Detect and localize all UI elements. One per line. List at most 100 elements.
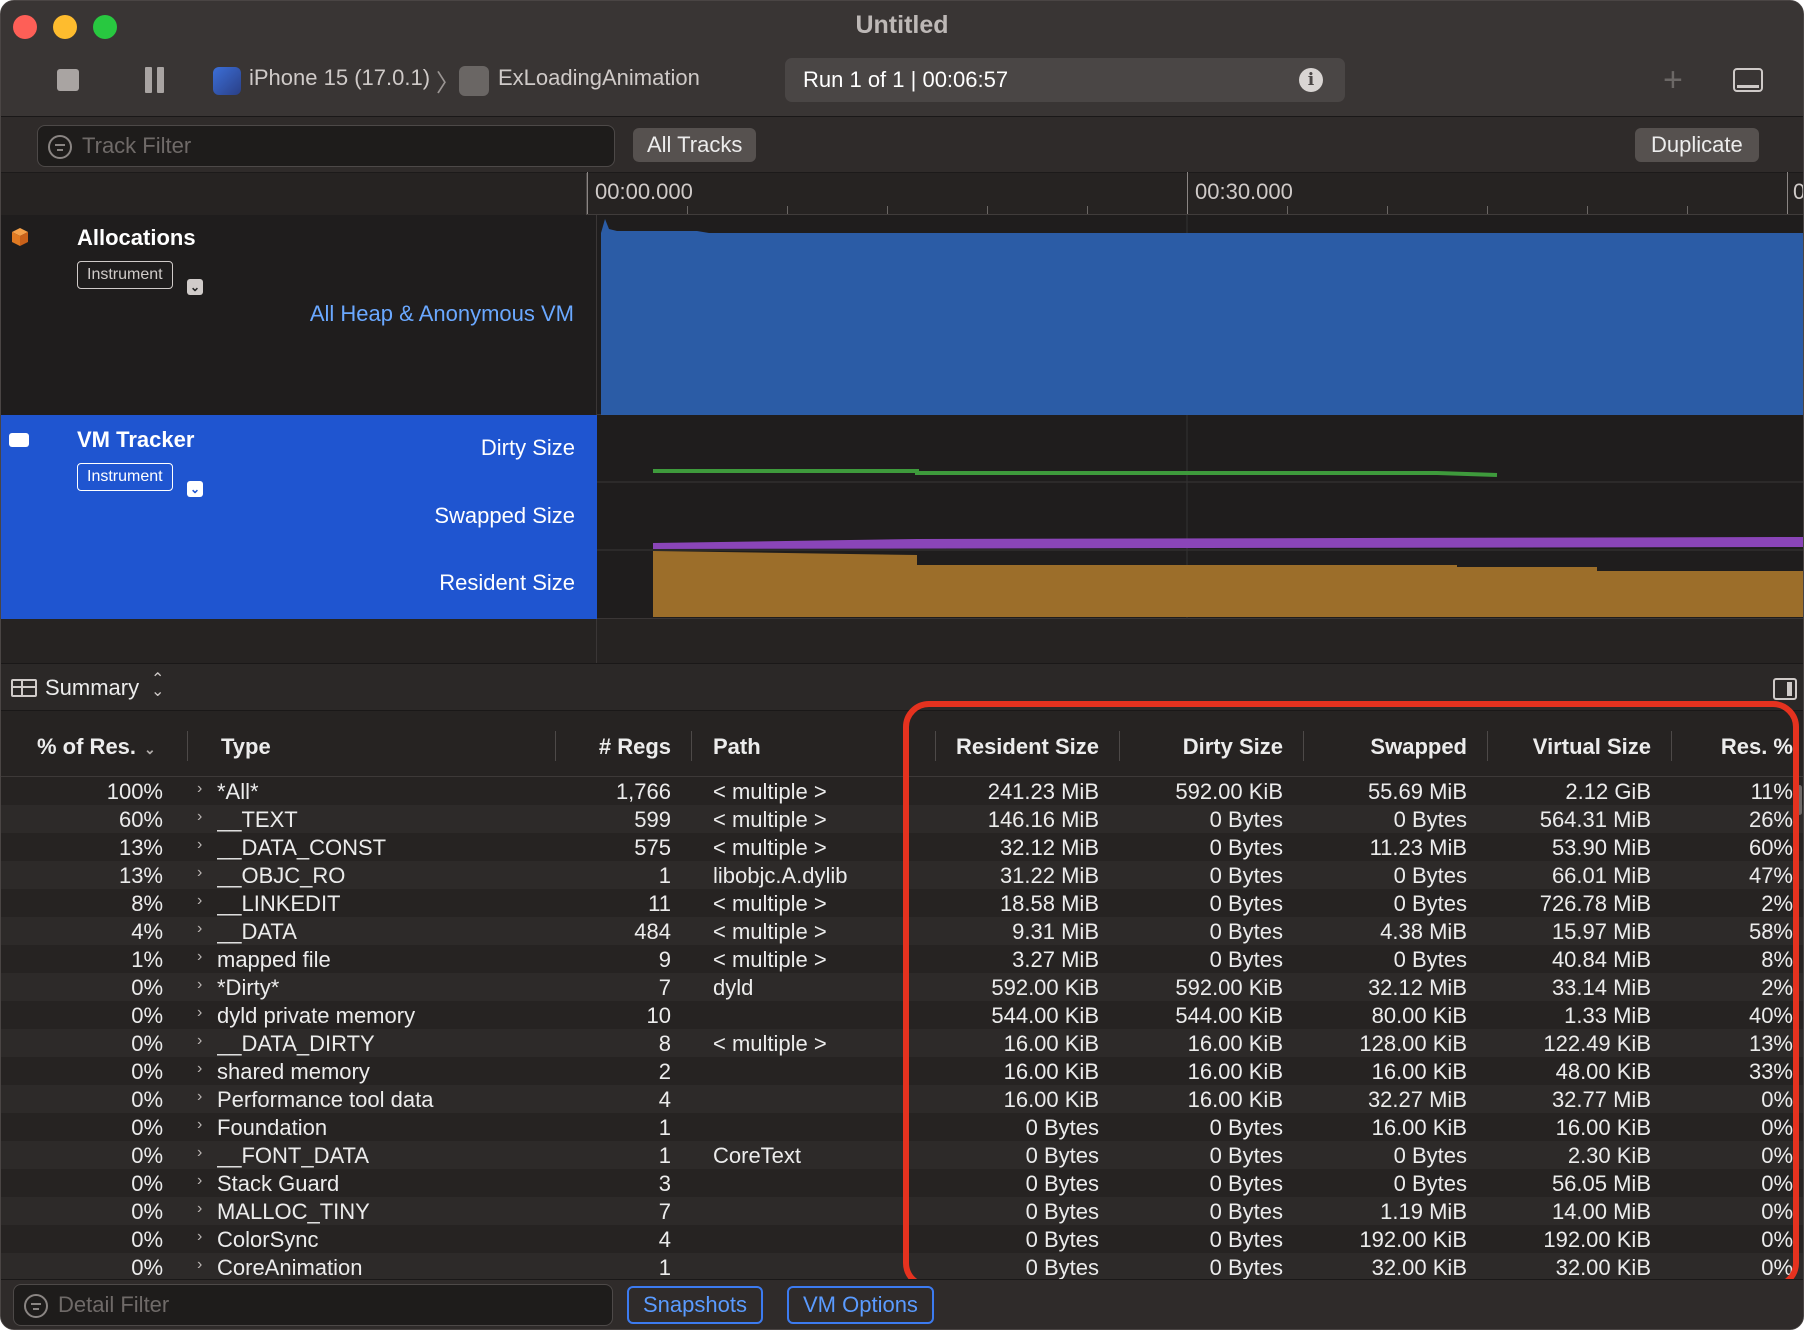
table-row[interactable]: › 0% Performance tool data 4 16.00 KiB 16.00 …: [1, 1085, 1803, 1113]
allocations-track[interactable]: Allocations Instrument ⌄ All Heap & Anon…: [1, 215, 1803, 415]
cell-resident-size: 16.00 KiB: [1003, 1087, 1099, 1112]
disclosure-chevron-icon[interactable]: ›: [197, 836, 202, 854]
device-icon[interactable]: [213, 67, 241, 95]
table-row[interactable]: › 0% CoreAnimation 1 0 Bytes 0 Bytes 32.00 KiB…: [1, 1253, 1803, 1279]
cell-type: mapped file: [217, 947, 331, 972]
swapped-size-subtrack-label[interactable]: Swapped Size: [434, 503, 575, 529]
column-header-pct-res[interactable]: % of Res. ⌄: [37, 734, 156, 760]
cell-resident-size: 544.00 KiB: [991, 1003, 1099, 1028]
table-row[interactable]: › 0% __FONT_DATA 1 CoreText 0 Bytes 0 Bytes 0 B…: [1, 1141, 1803, 1169]
pause-recording-button[interactable]: [143, 67, 167, 93]
cell-swapped: 0 Bytes: [1393, 807, 1467, 832]
cell-dirty-size: 16.00 KiB: [1187, 1059, 1283, 1084]
disclosure-chevron-icon[interactable]: ›: [197, 808, 202, 826]
info-icon[interactable]: i: [1299, 68, 1323, 92]
disclosure-chevron-icon[interactable]: ›: [197, 892, 202, 910]
cell-swapped: 16.00 KiB: [1371, 1059, 1467, 1084]
vm-tracker-track-header[interactable]: VM Tracker Instrument ⌄ Dirty Size Swapp…: [1, 415, 597, 619]
detail-view-selector[interactable]: Summary: [45, 675, 139, 701]
allocations-track-header[interactable]: Allocations Instrument ⌄ All Heap & Anon…: [1, 215, 597, 415]
disclosure-chevron-icon[interactable]: ›: [197, 1172, 202, 1190]
column-header-resident-size[interactable]: Resident Size: [941, 734, 1099, 760]
track-filter-field[interactable]: [37, 125, 615, 167]
table-row[interactable]: › 100% *All* 1,766 < multiple > 241.23 MiB 592…: [1, 777, 1803, 805]
table-row[interactable]: › 0% Foundation 1 0 Bytes 0 Bytes 16.00 KiB 16.…: [1, 1113, 1803, 1141]
table-row[interactable]: › 60% __TEXT 599 < multiple > 146.16 MiB 0 Byt…: [1, 805, 1803, 833]
instrument-tag[interactable]: Instrument: [77, 463, 173, 491]
cell-res-pct: 13%: [1748, 1031, 1793, 1056]
column-header-virtual-size[interactable]: Virtual Size: [1493, 734, 1651, 760]
run-status-box[interactable]: Run 1 of 1 | 00:06:57 i: [785, 58, 1345, 102]
dirty-size-subtrack-label[interactable]: Dirty Size: [481, 435, 575, 461]
table-row[interactable]: › 0% ColorSync 4 0 Bytes 0 Bytes 192.00 KiB 192…: [1, 1225, 1803, 1253]
disclosure-chevron-icon[interactable]: ›: [197, 1200, 202, 1218]
table-row[interactable]: › 0% *Dirty* 7 dyld 592.00 KiB 592.00 KiB 32.12…: [1, 973, 1803, 1001]
table-row[interactable]: › 0% shared memory 2 16.00 KiB 16.00 KiB 16.00…: [1, 1057, 1803, 1085]
table-row[interactable]: › 13% __DATA_CONST 575 < multiple > 32.12 MiB…: [1, 833, 1803, 861]
table-row[interactable]: › 13% __OBJC_RO 1 libobjc.A.dylib 31.22 MiB 0 …: [1, 861, 1803, 889]
chevron-down-icon[interactable]: ⌄: [187, 481, 203, 497]
disclosure-chevron-icon[interactable]: ›: [197, 1228, 202, 1246]
vm-options-button[interactable]: VM Options: [787, 1286, 934, 1324]
disclosure-chevron-icon[interactable]: ›: [197, 1060, 202, 1078]
add-instrument-icon[interactable]: +: [1663, 61, 1683, 100]
snapshots-button[interactable]: Snapshots: [627, 1286, 763, 1324]
disclosure-chevron-icon[interactable]: ›: [197, 1256, 202, 1274]
target-process-selector[interactable]: ExLoadingAnimation: [498, 65, 700, 91]
column-header-res-pct[interactable]: Res. %: [1701, 734, 1793, 760]
table-row[interactable]: › 4% __DATA 484 < multiple > 9.31 MiB 0 Bytes 4…: [1, 917, 1803, 945]
allocations-subtrack-label[interactable]: All Heap & Anonymous VM: [310, 301, 574, 327]
cell-pct-res: 4%: [131, 919, 163, 944]
detail-filter-input[interactable]: [58, 1291, 578, 1319]
target-device-selector[interactable]: iPhone 15 (17.0.1): [249, 65, 430, 91]
cell-res-pct: 0%: [1761, 1199, 1793, 1224]
table-row[interactable]: › 0% MALLOC_TINY 7 0 Bytes 0 Bytes 1.19 MiB 14.…: [1, 1197, 1803, 1225]
column-header-regs[interactable]: # Regs: [561, 734, 671, 760]
inspector-toggle-icon[interactable]: [1773, 678, 1797, 700]
disclosure-chevron-icon[interactable]: ›: [197, 920, 202, 938]
disclosure-chevron-icon[interactable]: ›: [197, 1088, 202, 1106]
detail-filter-field[interactable]: [13, 1284, 613, 1326]
table-row[interactable]: › 0% Stack Guard 3 0 Bytes 0 Bytes 0 Bytes 56.0…: [1, 1169, 1803, 1197]
cell-path: < multiple >: [713, 835, 827, 860]
vm-tracker-graph[interactable]: [597, 415, 1804, 619]
toolbar: Untitled iPhone 15 (17.0.1) 〉 ExLoadingA…: [1, 1, 1803, 117]
all-tracks-button[interactable]: All Tracks: [633, 128, 757, 162]
chevron-updown-icon[interactable]: ⌃ ⌄: [151, 672, 164, 700]
instrument-tag[interactable]: Instrument: [77, 261, 173, 289]
cell-type: __DATA_CONST: [217, 835, 387, 860]
timeline-ruler[interactable]: 00:00.000 00:30.000 0: [1, 172, 1803, 215]
column-header-swapped[interactable]: Swapped: [1309, 734, 1467, 760]
table-row[interactable]: › 0% dyld private memory 10 544.00 KiB 544.00…: [1, 1001, 1803, 1029]
cell-virtual-size: 33.14 MiB: [1551, 975, 1651, 1000]
disclosure-chevron-icon[interactable]: ›: [197, 976, 202, 994]
column-header-dirty-size[interactable]: Dirty Size: [1125, 734, 1283, 760]
disclosure-chevron-icon[interactable]: ›: [197, 1116, 202, 1134]
duplicate-button[interactable]: Duplicate: [1635, 128, 1759, 162]
cell-res-pct: 8%: [1761, 947, 1793, 972]
disclosure-chevron-icon[interactable]: ›: [197, 780, 202, 798]
toggle-panel-icon[interactable]: [1733, 68, 1763, 92]
cell-regs: 1: [658, 1255, 671, 1279]
allocations-track-name: Allocations: [77, 225, 196, 250]
ruler-label-start: 00:00.000: [595, 179, 693, 204]
vm-tracker-track[interactable]: VM Tracker Instrument ⌄ Dirty Size Swapp…: [1, 415, 1803, 619]
track-filter-input[interactable]: [82, 132, 582, 160]
disclosure-chevron-icon[interactable]: ›: [197, 864, 202, 882]
stop-recording-button[interactable]: [57, 69, 79, 91]
allocations-graph[interactable]: [597, 215, 1804, 415]
disclosure-chevron-icon[interactable]: ›: [197, 1032, 202, 1050]
table-scrollbar[interactable]: [1797, 785, 1802, 815]
regions-table[interactable]: › 100% *All* 1,766 < multiple >241.23 MiB 592…: [1, 777, 1803, 1279]
disclosure-chevron-icon[interactable]: ›: [197, 948, 202, 966]
table-row[interactable]: › 1% mapped file 9 < multiple > 3.27 MiB 0 Byt…: [1, 945, 1803, 973]
disclosure-chevron-icon[interactable]: ›: [197, 1004, 202, 1022]
column-header-path[interactable]: Path: [713, 734, 761, 760]
resident-size-subtrack-label[interactable]: Resident Size: [439, 570, 575, 596]
table-row[interactable]: › 0% __DATA_DIRTY 8 < multiple > 16.00 KiB 16.…: [1, 1029, 1803, 1057]
cube-icon: [12, 228, 28, 246]
disclosure-chevron-icon[interactable]: ›: [197, 1144, 202, 1162]
chevron-down-icon[interactable]: ⌄: [187, 279, 203, 295]
column-header-type[interactable]: Type: [221, 734, 271, 760]
table-row[interactable]: › 8% __LINKEDIT 11 < multiple > 18.58 MiB 0 By…: [1, 889, 1803, 917]
